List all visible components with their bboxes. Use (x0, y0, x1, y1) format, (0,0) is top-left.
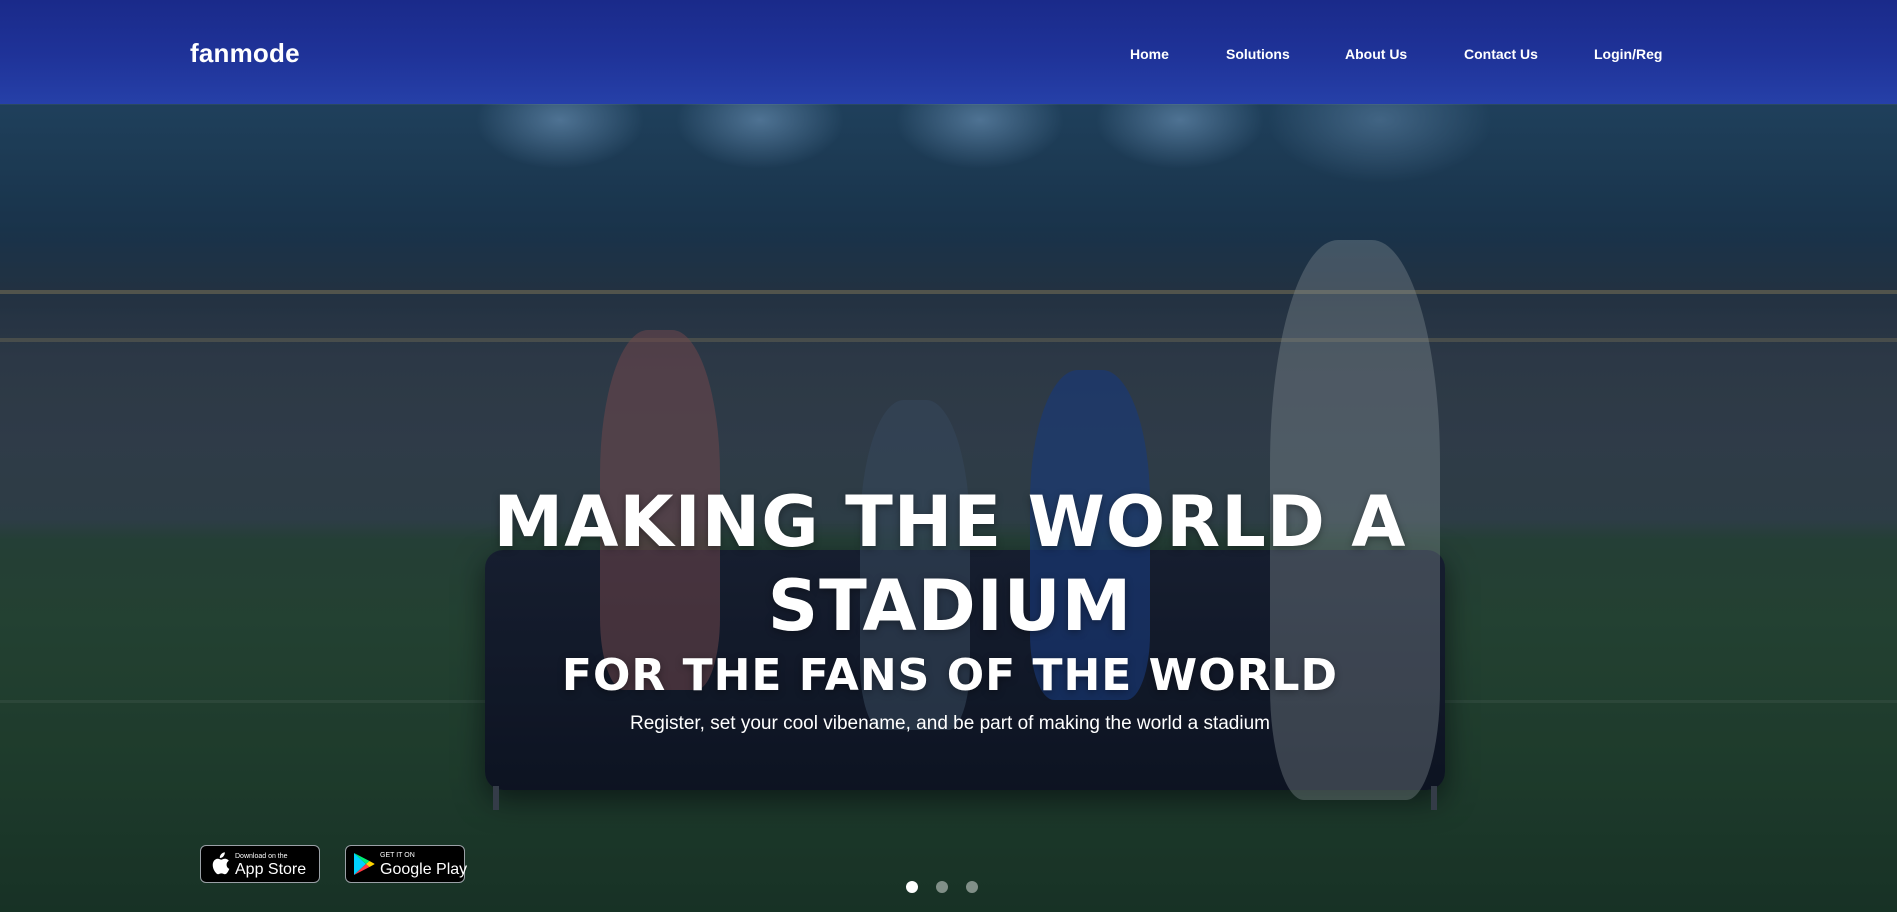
hero-subheadline: FOR THE FANS OF THE WORLD (561, 650, 1339, 701)
app-store-small-label: Download on the (235, 853, 288, 860)
google-play-big-label: Google Play (380, 861, 468, 878)
carousel-dot-2[interactable] (936, 881, 948, 893)
nav-login-register[interactable]: Login/Reg (1594, 46, 1662, 62)
main-nav: Home Solutions About Us Contact Us Login… (0, 46, 1897, 66)
hero-section (0, 0, 1897, 912)
hero-headline-line1: MAKING THE WORLD A (493, 481, 1407, 563)
nav-home[interactable]: Home (1130, 46, 1169, 62)
nav-solutions[interactable]: Solutions (1226, 46, 1290, 62)
carousel-dot-3[interactable] (966, 881, 978, 893)
google-play-badge[interactable]: GET IT ON Google Play (345, 845, 468, 883)
hero-headline: MAKING THE WORLD A STADIUM (450, 480, 1450, 648)
hero-tagline: Register, set your cool vibename, and be… (629, 713, 1270, 734)
apple-icon (212, 852, 230, 875)
nav-contact-us[interactable]: Contact Us (1464, 46, 1538, 62)
nav-about-us[interactable]: About Us (1345, 46, 1407, 62)
hero-overlay (0, 0, 1897, 912)
carousel-dot-1[interactable] (906, 881, 918, 893)
carousel-indicators (906, 881, 986, 895)
app-store-badge[interactable]: Download on the App Store (200, 845, 320, 883)
app-store-big-label: App Store (235, 861, 307, 878)
top-navbar: fanmode Home Solutions About Us Contact … (0, 0, 1897, 104)
hero-headline-line2: STADIUM (767, 565, 1133, 647)
google-play-icon (354, 853, 375, 875)
google-play-small-label: GET IT ON (380, 852, 415, 859)
